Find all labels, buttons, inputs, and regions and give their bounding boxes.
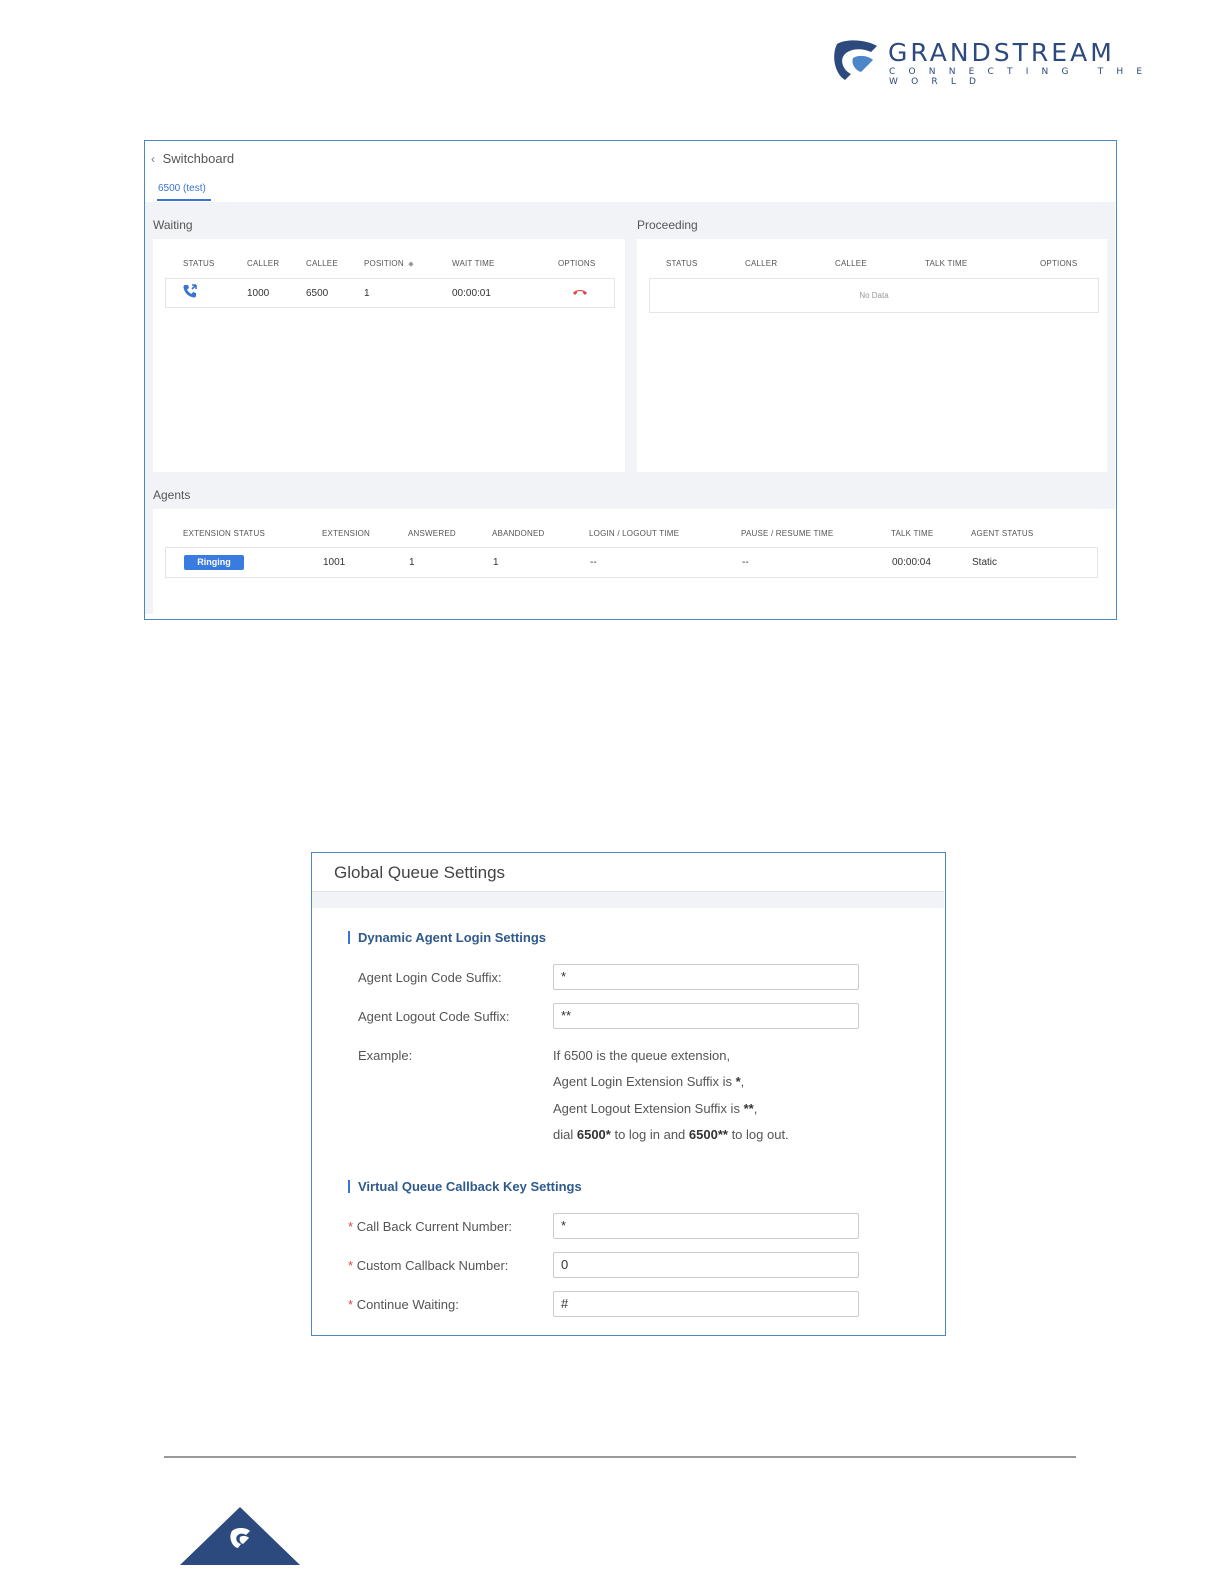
- required-mark: *: [348, 1219, 354, 1234]
- agent-logout-label: Agent Logout Code Suffix:: [358, 1009, 510, 1024]
- global-queue-settings-screenshot: Global Queue Settings Dynamic Agent Logi…: [311, 852, 946, 1336]
- col-status: STATUS: [666, 259, 698, 268]
- tab-underline: [157, 199, 211, 201]
- custom-callback-label: * Custom Callback Number:: [348, 1258, 509, 1273]
- agent-status-value: Static: [972, 557, 998, 568]
- waiting-title: Waiting: [153, 218, 193, 232]
- col-talk-time: TALK TIME: [891, 529, 934, 538]
- tab-queue[interactable]: 6500 (test): [158, 183, 206, 194]
- col-extension-status: EXTENSION STATUS: [183, 529, 266, 538]
- table-row: 1000 6500 1 00:00:01: [165, 278, 615, 308]
- col-callee: CALLEE: [306, 259, 338, 268]
- agents-title: Agents: [153, 488, 191, 502]
- brand-tagline: CONNECTING THE WORLD: [889, 67, 1156, 87]
- col-answered: ANSWERED: [408, 529, 456, 538]
- agent-logout-suffix-input[interactable]: **: [553, 1003, 859, 1029]
- example-line: If 6500 is the queue extension,: [553, 1048, 731, 1063]
- col-extension: EXTENSION: [322, 529, 371, 538]
- callback-current-label: * Call Back Current Number:: [348, 1219, 513, 1234]
- col-login-logout: LOGIN / LOGOUT TIME: [589, 529, 680, 538]
- login-logout-value: --: [590, 557, 597, 568]
- agent-login-label: Agent Login Code Suffix:: [358, 970, 502, 985]
- back-link[interactable]: ‹ Switchboard: [151, 151, 234, 166]
- col-position[interactable]: POSITION ◆: [364, 259, 414, 268]
- example-line: Agent Login Extension Suffix is *,: [553, 1074, 745, 1089]
- position-value: 1: [364, 288, 370, 299]
- required-mark: *: [348, 1258, 354, 1273]
- status-badge: Ringing: [184, 555, 244, 570]
- pause-resume-value: --: [742, 557, 749, 568]
- col-talk-time: TALK TIME: [925, 259, 968, 268]
- hangup-icon[interactable]: [572, 288, 588, 296]
- chevron-left-icon: ‹: [151, 152, 155, 166]
- col-caller: CALLER: [745, 259, 778, 268]
- no-data-text: No Data: [859, 291, 889, 300]
- section-marker: [348, 931, 350, 944]
- custom-callback-input[interactable]: 0: [553, 1252, 859, 1278]
- agent-login-suffix-input[interactable]: *: [553, 964, 859, 990]
- extension-value: 1001: [323, 557, 346, 568]
- col-pause-resume: PAUSE / RESUME TIME: [741, 529, 834, 538]
- header-divider: [312, 891, 944, 908]
- continue-waiting-input[interactable]: #: [553, 1291, 859, 1317]
- waiting-panel: [153, 239, 625, 472]
- example-line: dial 6500* to log in and 6500** to log o…: [553, 1127, 789, 1142]
- talk-time-value: 00:00:04: [892, 557, 931, 568]
- col-options: OPTIONS: [1040, 259, 1078, 268]
- col-wait-time: WAIT TIME: [452, 259, 495, 268]
- required-mark: *: [348, 1297, 354, 1312]
- example-line: Agent Logout Extension Suffix is **,: [553, 1101, 758, 1116]
- answered-value: 1: [409, 557, 415, 568]
- proceeding-panel: [637, 239, 1107, 472]
- grandstream-logo-icon: [834, 40, 877, 80]
- col-position-label: POSITION: [364, 259, 404, 268]
- section-marker: [348, 1180, 350, 1193]
- table-row: Ringing 1001 1 1 -- -- 00:00:04 Static: [165, 547, 1098, 578]
- back-label: Switchboard: [162, 151, 235, 166]
- example-label: Example:: [358, 1048, 413, 1063]
- virtual-section-title: Virtual Queue Callback Key Settings: [358, 1179, 582, 1194]
- switchboard-screenshot: ‹ Switchboard 6500 (test) Waiting STATUS…: [144, 140, 1117, 620]
- incoming-call-icon: [183, 284, 197, 298]
- col-caller: CALLER: [247, 259, 280, 268]
- col-status: STATUS: [183, 259, 215, 268]
- continue-waiting-label: * Continue Waiting:: [348, 1297, 459, 1312]
- dynamic-section-title: Dynamic Agent Login Settings: [358, 930, 547, 945]
- grandstream-footer-logo-icon: [180, 1507, 300, 1565]
- abandoned-value: 1: [493, 557, 499, 568]
- callback-current-input[interactable]: *: [553, 1213, 859, 1239]
- caller-value: 1000: [247, 288, 270, 299]
- wait-time-value: 00:00:01: [452, 288, 491, 299]
- empty-row: No Data: [649, 278, 1099, 313]
- page-title: Global Queue Settings: [334, 863, 506, 882]
- callee-value: 6500: [306, 288, 329, 299]
- footer-divider: [164, 1456, 1076, 1458]
- sort-icon[interactable]: ◆: [408, 261, 414, 268]
- proceeding-title: Proceeding: [637, 218, 698, 232]
- col-callee: CALLEE: [835, 259, 867, 268]
- brand-name: GRANDSTREAM: [888, 38, 1115, 67]
- col-abandoned: ABANDONED: [492, 529, 545, 538]
- col-agent-status: AGENT STATUS: [971, 529, 1034, 538]
- col-options: OPTIONS: [558, 259, 596, 268]
